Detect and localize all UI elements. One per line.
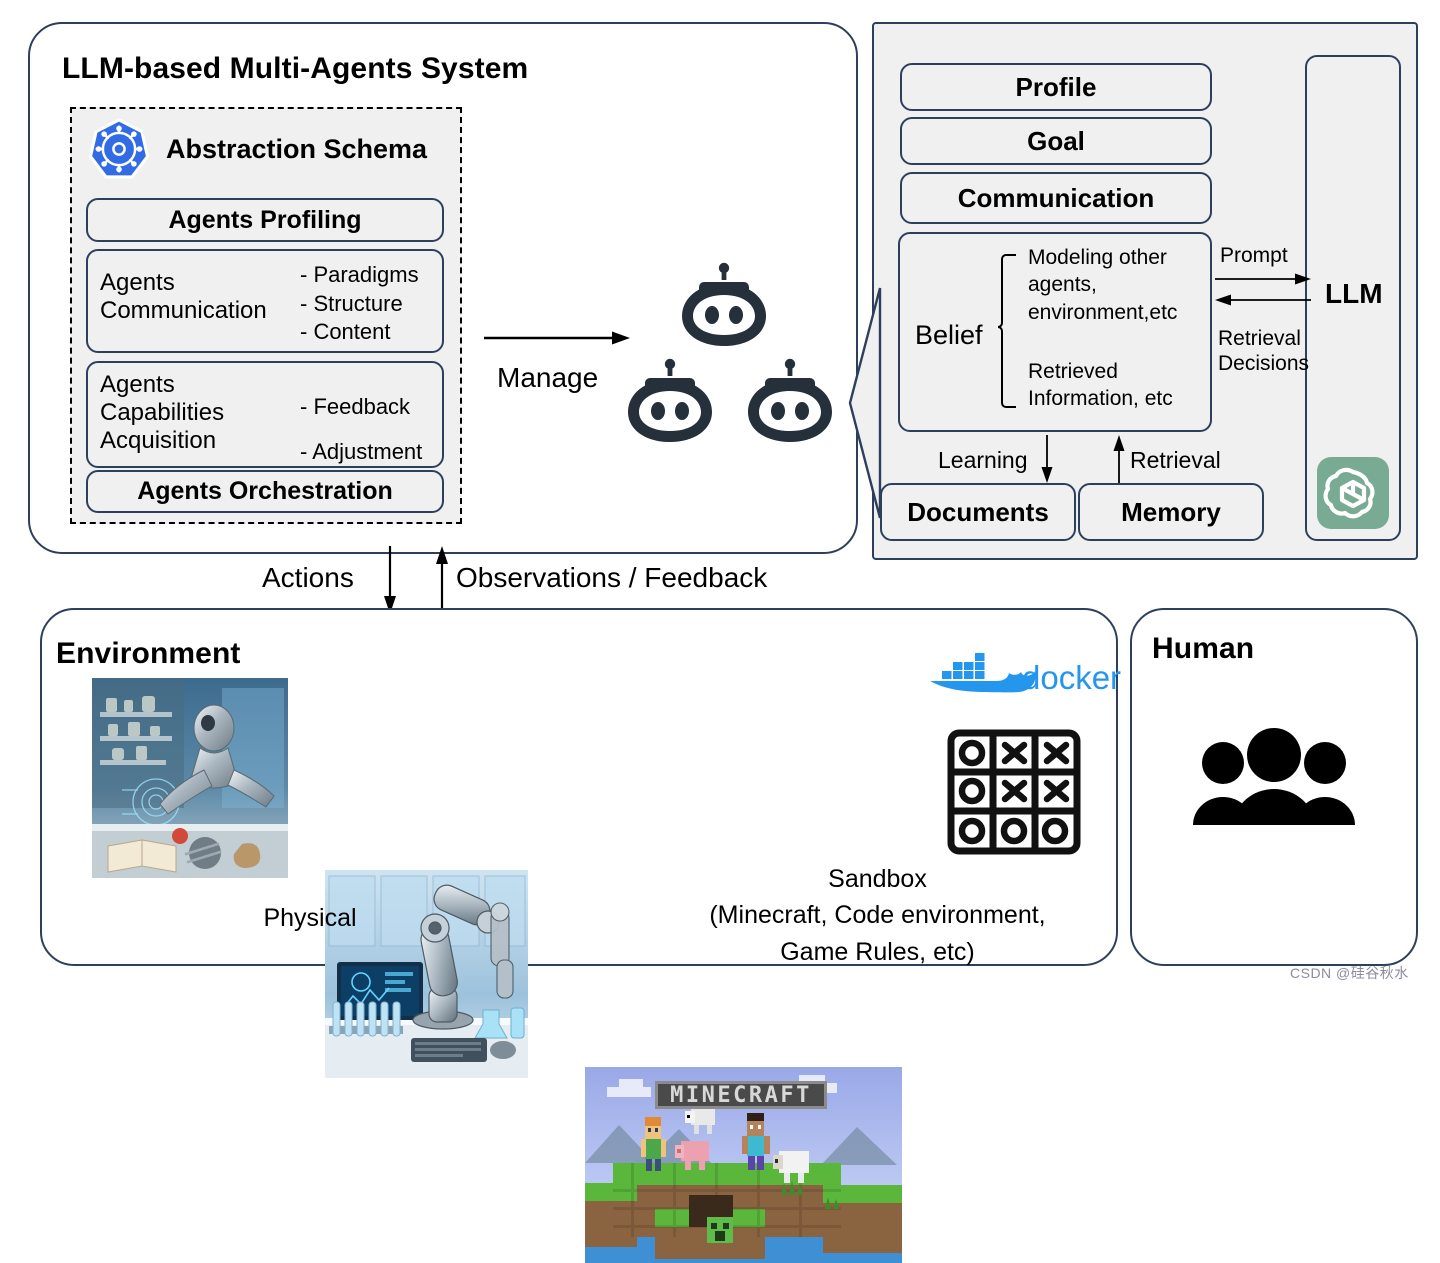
goal-box[interactable]: Goal (900, 117, 1212, 165)
agents-capabilities-line1: Agents (100, 371, 175, 398)
manage-arrow-icon (484, 330, 630, 346)
detail-paradigms: - Paradigms (300, 262, 419, 287)
manage-label: Manage (497, 362, 599, 393)
belief-label: Belief (915, 320, 983, 350)
physical-robot-image (92, 678, 288, 878)
abstraction-schema-header: Abstraction Schema (166, 134, 428, 164)
communication-label: Communication (957, 182, 1155, 213)
people-group-icon (1190, 728, 1358, 825)
agents-orchestration-box[interactable]: Agents Orchestration (86, 470, 444, 513)
profile-label: Profile (1015, 71, 1097, 102)
agent-robot-top (676, 262, 772, 348)
detail-content: - Content (300, 319, 391, 345)
agents-profiling-box[interactable]: Agents Profiling (86, 198, 444, 242)
observations-arrow-icon (435, 546, 449, 614)
belief-item1-line2: agents, (1028, 273, 1097, 297)
agents-communication-details: - Paradigms - Structure - Content (300, 261, 445, 347)
page-title: LLM-based Multi-Agents System (62, 52, 529, 85)
agents-communication-line1: Agents (100, 269, 175, 296)
minecraft-title-text: MINECRAFT (670, 1083, 812, 1108)
documents-label: Documents (907, 496, 1049, 527)
agents-capabilities-line3: Acquisition (100, 426, 217, 454)
retrieval-decisions-line2: Decisions (1218, 351, 1310, 375)
prompt-arrow-icon (1215, 272, 1311, 286)
kubernetes-icon (88, 118, 150, 180)
physical-caption: Physical (263, 904, 357, 932)
goal-label: Goal (1027, 125, 1085, 156)
agents-communication-label: Agents Communication (100, 269, 300, 325)
profile-box[interactable]: Profile (900, 63, 1212, 111)
environment-title: Environment (56, 637, 241, 670)
memory-box[interactable]: Memory (1078, 483, 1264, 541)
agents-capabilities-details: - Feedback - Adjustment (300, 384, 450, 474)
agents-capabilities-label: Agents Capabilities Acquisition (100, 371, 300, 454)
sandbox-caption: Sandbox (Minecraft, Code environment, Ga… (615, 861, 1140, 970)
communication-box[interactable]: Communication (900, 172, 1212, 224)
watermark: CSDN @硅谷秋水 (1290, 965, 1409, 981)
retrieval-decisions-label: Retrieval Decisions (1218, 327, 1309, 377)
agents-communication-line2: Communication (100, 296, 267, 324)
docker-wordmark: docker (1022, 659, 1121, 696)
callout-tail (820, 287, 882, 519)
agent-robot-left (622, 358, 718, 444)
human-title: Human (1152, 632, 1255, 665)
belief-item1-line1: Modeling other (1028, 246, 1167, 269)
belief-brace-icon (997, 253, 1020, 409)
retrieval-arrow-icon (1112, 435, 1126, 483)
sandbox-caption-line2: (Minecraft, Code environment, (709, 901, 1046, 930)
docker-whale-icon (930, 653, 1036, 693)
retrieval-decisions-arrow-icon (1215, 293, 1311, 307)
belief-item2-line1: Retrieved (1028, 360, 1118, 383)
agents-profiling-label: Agents Profiling (168, 205, 362, 234)
llm-label: LLM (1325, 278, 1383, 309)
agents-capabilities-line2: Capabilities (100, 398, 225, 426)
documents-box[interactable]: Documents (880, 483, 1076, 541)
agents-orchestration-label: Agents Orchestration (137, 477, 393, 505)
belief-item2-line2: Information, etc (1028, 387, 1173, 411)
learning-label: Learning (938, 447, 1028, 473)
prompt-label: Prompt (1220, 244, 1288, 267)
docker-logo: docker (928, 653, 1121, 697)
belief-item1-line3: environment,etc (1028, 300, 1178, 324)
belief-item-1: Modeling other agents, environment,etc (1028, 244, 1208, 326)
tic-tac-toe-icon (947, 729, 1081, 855)
detail-structure: - Structure (300, 290, 403, 316)
learning-arrow-icon (1040, 435, 1054, 483)
sandbox-caption-line1: Sandbox (828, 865, 927, 893)
minecraft-image: MINECRAFT (585, 1067, 902, 1263)
observations-label: Observations / Feedback (456, 562, 768, 593)
retrieval-decisions-line1: Retrieval (1218, 327, 1301, 350)
memory-label: Memory (1121, 496, 1221, 527)
sandbox-caption-line3: Game Rules, etc) (780, 937, 975, 966)
belief-item-2: Retrieved Information, etc (1028, 358, 1213, 413)
actions-label: Actions (262, 562, 354, 593)
retrieval-label: Retrieval (1130, 447, 1221, 473)
actions-arrow-icon (383, 546, 397, 614)
detail-feedback: - Feedback (300, 394, 411, 419)
detail-adjustment: - Adjustment (300, 439, 423, 465)
openai-icon (1317, 457, 1389, 529)
